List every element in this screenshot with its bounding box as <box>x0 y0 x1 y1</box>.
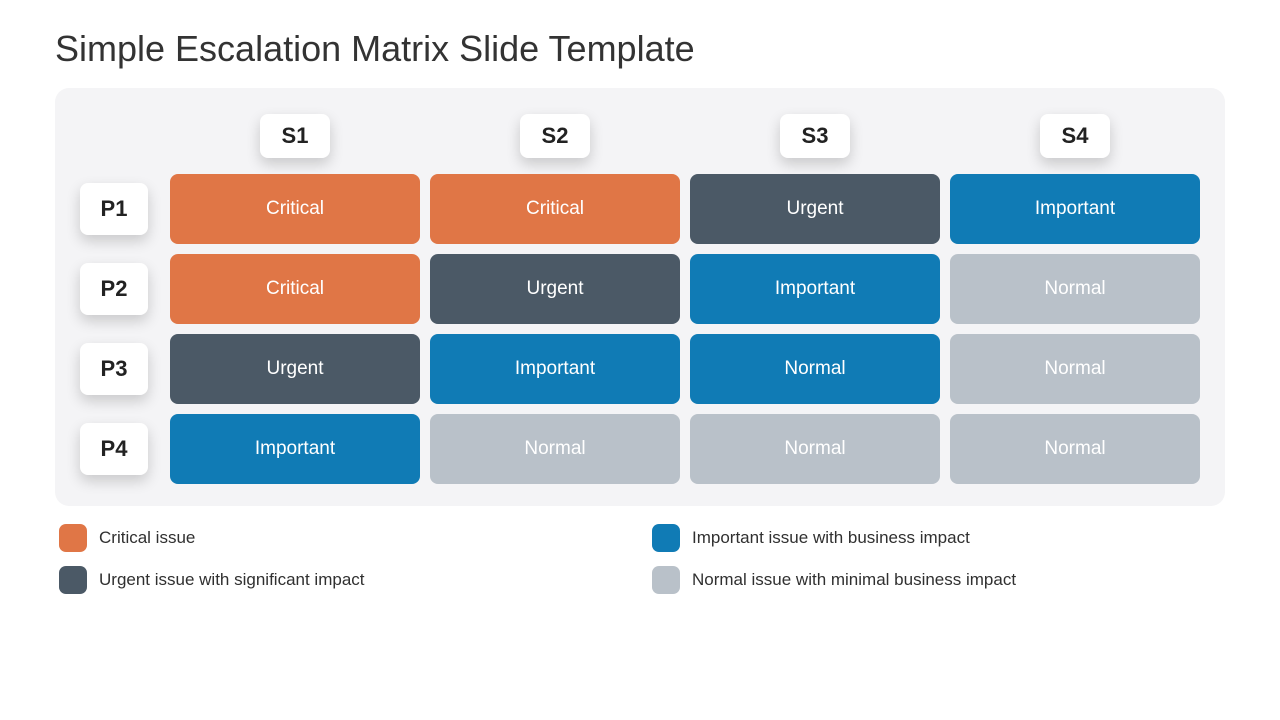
legend-label-critical: Critical issue <box>99 528 195 548</box>
cell-p3-s3: Normal <box>690 334 940 404</box>
row-header-p2: P2 <box>80 263 148 315</box>
cell-p3-s1: Urgent <box>170 334 420 404</box>
cell-p2-s1: Critical <box>170 254 420 324</box>
cell-p1-s4: Important <box>950 174 1200 244</box>
row-header-p1: P1 <box>80 183 148 235</box>
legend-urgent: Urgent issue with significant impact <box>59 566 632 594</box>
cell-p2-s2: Urgent <box>430 254 680 324</box>
cell-p4-s1: Important <box>170 414 420 484</box>
cell-p1-s3: Urgent <box>690 174 940 244</box>
cell-p2-s3: Important <box>690 254 940 324</box>
legend: Critical issue Important issue with busi… <box>55 524 1225 594</box>
swatch-normal <box>652 566 680 594</box>
col-header-s2: S2 <box>520 114 590 158</box>
row-header-p3: P3 <box>80 343 148 395</box>
legend-label-important: Important issue with business impact <box>692 528 970 548</box>
cell-p4-s3: Normal <box>690 414 940 484</box>
legend-label-normal: Normal issue with minimal business impac… <box>692 570 1016 590</box>
legend-critical: Critical issue <box>59 524 632 552</box>
swatch-critical <box>59 524 87 552</box>
legend-important: Important issue with business impact <box>652 524 1225 552</box>
row-header-p4: P4 <box>80 423 148 475</box>
matrix-panel: S1 S2 S3 S4 P1 Critical Critical Urgent … <box>55 88 1225 506</box>
col-header-s4: S4 <box>1040 114 1110 158</box>
matrix-corner-blank <box>80 108 160 164</box>
cell-p2-s4: Normal <box>950 254 1200 324</box>
col-header-s3: S3 <box>780 114 850 158</box>
cell-p3-s4: Normal <box>950 334 1200 404</box>
swatch-important <box>652 524 680 552</box>
cell-p4-s2: Normal <box>430 414 680 484</box>
slide-title: Simple Escalation Matrix Slide Template <box>55 28 1225 70</box>
legend-normal: Normal issue with minimal business impac… <box>652 566 1225 594</box>
legend-label-urgent: Urgent issue with significant impact <box>99 570 365 590</box>
cell-p3-s2: Important <box>430 334 680 404</box>
cell-p1-s1: Critical <box>170 174 420 244</box>
slide: Simple Escalation Matrix Slide Template … <box>0 0 1280 720</box>
swatch-urgent <box>59 566 87 594</box>
col-header-s1: S1 <box>260 114 330 158</box>
cell-p1-s2: Critical <box>430 174 680 244</box>
escalation-matrix: S1 S2 S3 S4 P1 Critical Critical Urgent … <box>80 108 1200 484</box>
cell-p4-s4: Normal <box>950 414 1200 484</box>
